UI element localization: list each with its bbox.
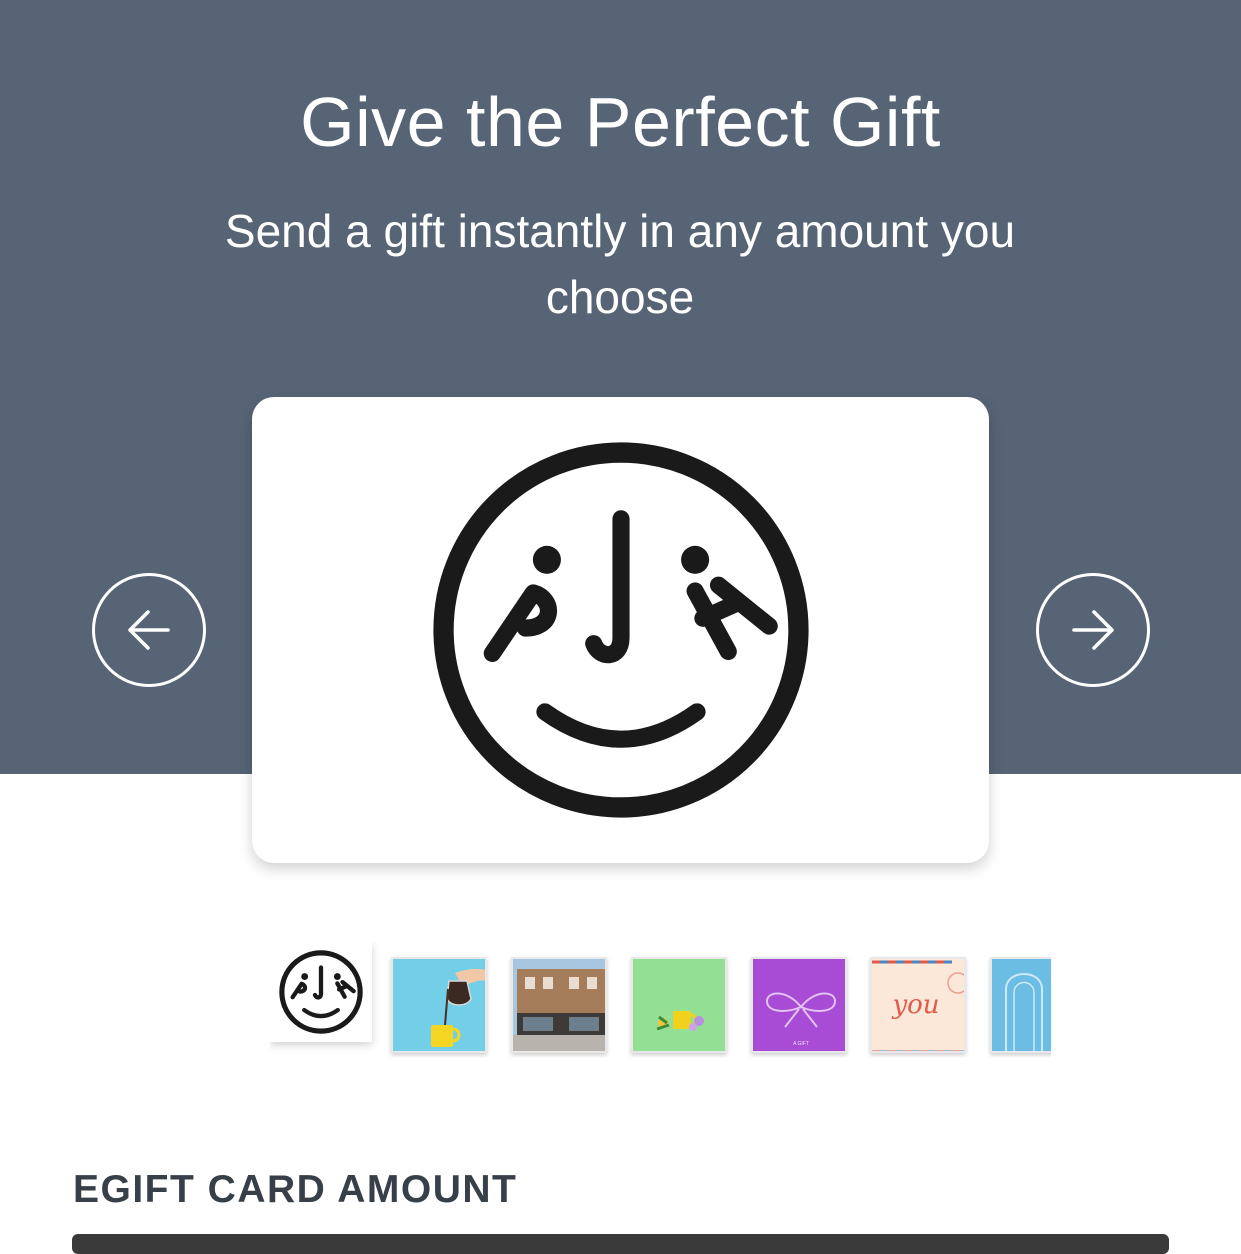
page-title: Give the Perfect Gift	[300, 83, 941, 161]
svg-text:A GIFT: A GIFT	[793, 1041, 809, 1047]
bow-image: A GIFT	[753, 959, 845, 1051]
thumbnail-door-design[interactable]	[990, 957, 1051, 1053]
svg-text:you: you	[891, 990, 939, 1020]
gift-card-preview	[252, 397, 989, 863]
thumbnail-airmail-you-design[interactable]: you	[870, 957, 966, 1053]
storefront-image	[513, 959, 605, 1051]
thumbnail-storefront-design[interactable]	[511, 957, 607, 1053]
coffee-pour-image	[393, 959, 485, 1051]
amount-input[interactable]	[72, 1234, 1169, 1254]
smiley-logo-icon	[279, 950, 363, 1034]
egift-amount-label: EGIFT CARD AMOUNT	[73, 1168, 518, 1211]
smiley-logo-icon	[432, 442, 809, 818]
mug-flowers-image	[633, 959, 725, 1051]
airmail-image: you	[872, 959, 964, 1051]
page-subtitle: Send a gift instantly in any amount you …	[224, 205, 1016, 323]
thumbnail-bow-gift-design[interactable]: A GIFT	[751, 957, 847, 1053]
previous-design-button[interactable]	[92, 573, 206, 687]
arrow-left-icon	[128, 610, 170, 650]
thumbnail-mug-flowers-design[interactable]	[631, 957, 727, 1053]
thumbnail-logo-design[interactable]	[270, 942, 372, 1042]
thumbnail-coffee-pour-design[interactable]	[391, 957, 487, 1053]
next-design-button[interactable]	[1036, 573, 1150, 687]
design-thumbnail-strip: A GIFT you	[270, 942, 1051, 1058]
arrow-right-icon	[1072, 610, 1114, 650]
door-image	[992, 959, 1051, 1051]
